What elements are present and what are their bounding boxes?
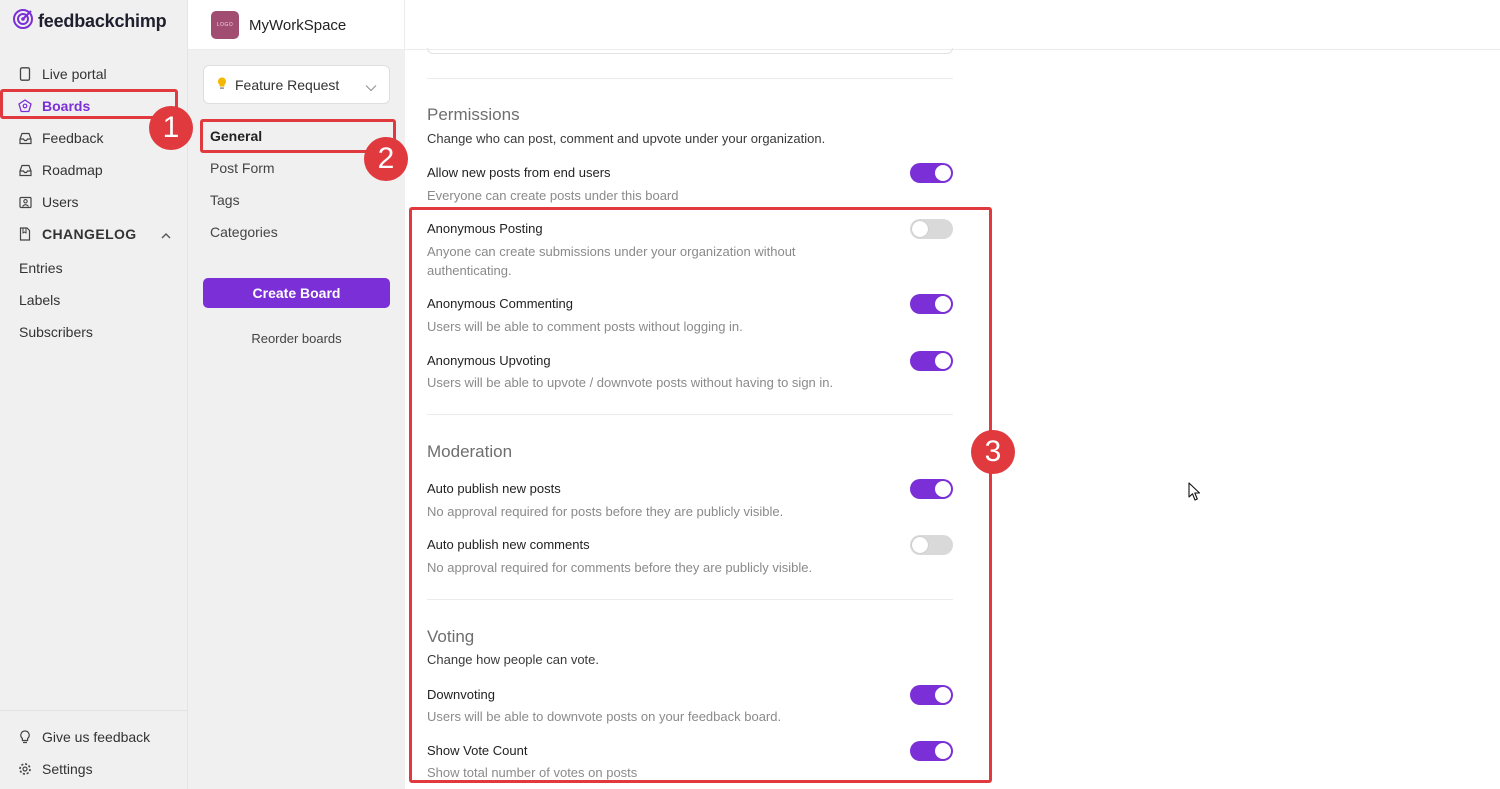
sidebar-item-label: Roadmap (42, 162, 103, 178)
sidebar-item-entries[interactable]: Entries (0, 252, 187, 284)
lightbulb-icon (18, 730, 32, 744)
sidebar-item-roadmap[interactable]: Roadmap (0, 154, 187, 186)
highlight-boards (0, 89, 178, 119)
workspace-name: MyWorkSpace (249, 16, 347, 34)
sidebar-group-label: CHANGELOG (42, 226, 137, 242)
create-board-button[interactable]: Create Board (203, 278, 390, 308)
sidebar-group-changelog[interactable]: CHANGELOG (0, 218, 187, 250)
section-divider (427, 78, 953, 79)
board-menu-tags[interactable]: Tags (210, 192, 240, 208)
step-badge-2: 2 (364, 137, 408, 181)
sidebar-item-label: Give us feedback (42, 729, 151, 745)
board-menu-post-form[interactable]: Post Form (210, 160, 275, 176)
sidebar-item-label: Users (42, 194, 79, 210)
sidebar-item-label: Labels (19, 292, 61, 308)
mouse-cursor-icon (1188, 482, 1202, 507)
sidebar-item-live-portal[interactable]: Live portal (0, 58, 187, 90)
sidebar-item-label: Live portal (42, 66, 107, 82)
highlight-settings (409, 207, 992, 783)
top-bar: LOGO MyWorkSpace (188, 0, 1500, 50)
sidebar-item-labels[interactable]: Labels (0, 284, 187, 316)
chevron-up-icon[interactable] (161, 226, 171, 242)
gear-icon (18, 762, 32, 776)
previous-field-edge (427, 48, 953, 54)
feedbackchimp-logo-icon (12, 8, 34, 35)
sidebar-item-users[interactable]: Users (0, 186, 187, 218)
users-icon (18, 195, 32, 209)
step-badge-3: 3 (971, 430, 1015, 474)
document-icon (18, 227, 32, 241)
sidebar-item-label: Entries (19, 260, 63, 276)
reorder-boards-link[interactable]: Reorder boards (203, 331, 390, 346)
sidebar-item-label: Feedback (42, 130, 104, 146)
workspace-switcher[interactable]: LOGO MyWorkSpace (188, 0, 405, 50)
setting-desc: Everyone can create posts under this boa… (427, 188, 679, 203)
setting-label: Allow new posts from end users (427, 165, 611, 180)
phone-icon (18, 67, 32, 81)
chevron-down-icon (365, 79, 377, 95)
sidebar-item-give-feedback[interactable]: Give us feedback (0, 721, 187, 753)
step-badge-1: 1 (149, 106, 193, 150)
workspace-logo: LOGO (211, 11, 239, 39)
board-select-value: Feature Request (235, 76, 340, 93)
lightbulb-icon (217, 77, 227, 93)
inbox-icon (18, 163, 32, 177)
sidebar-item-label: Settings (42, 761, 93, 777)
sidebar-item-settings[interactable]: Settings (0, 753, 187, 785)
sidebar-bottom: Give us feedback Settings (0, 710, 187, 789)
allow-new-posts-toggle[interactable] (910, 163, 953, 183)
brand-name: feedbackchimp (38, 10, 167, 31)
brand[interactable]: feedbackchimp (0, 0, 187, 42)
sidebar-item-subscribers[interactable]: Subscribers (0, 316, 187, 348)
permissions-title: Permissions (427, 105, 520, 124)
inbox-icon (18, 131, 32, 145)
permissions-desc: Change who can post, comment and upvote … (427, 131, 826, 146)
sidebar-item-label: Subscribers (19, 324, 93, 340)
board-select[interactable]: Feature Request (203, 65, 390, 104)
board-menu-categories[interactable]: Categories (210, 224, 278, 240)
